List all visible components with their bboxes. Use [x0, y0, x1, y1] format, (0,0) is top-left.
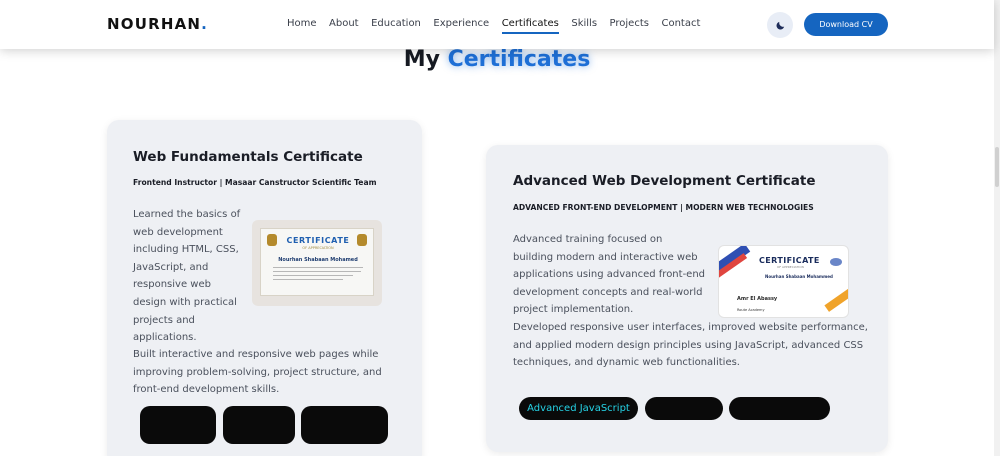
scrollbar-track[interactable]: [994, 0, 1000, 456]
nav-education[interactable]: Education: [371, 18, 421, 29]
certificate-subheading: OF APPRECIATION: [777, 265, 804, 269]
main-nav: Home About Education Experience Certific…: [287, 18, 713, 34]
nav-projects[interactable]: Projects: [610, 18, 649, 29]
certificate-thumbnail[interactable]: CERTIFICATE OF APPRECIATION Nourhan Shab…: [252, 220, 382, 306]
certificate-card-advanced-web: Advanced Web Development Certificate ADV…: [486, 145, 888, 452]
nav-about[interactable]: About: [329, 18, 359, 29]
skill-tag: [223, 406, 295, 444]
skill-tag-advanced-javascript: Advanced JavaScript: [519, 397, 638, 420]
nav-contact[interactable]: Contact: [661, 18, 700, 29]
card-description: Learned the basics of web development in…: [133, 209, 241, 344]
download-cv-button[interactable]: Download CV: [804, 13, 888, 36]
certificate-recipient: Nourhan Shabaan Mohamed: [278, 257, 358, 263]
certificate-heading: CERTIFICATE: [286, 236, 350, 245]
text-line: [273, 271, 361, 272]
card-subtitle: Frontend Instructor | Masaar Canstructor…: [133, 178, 377, 187]
certificate-card-web-fundamentals: Web Fundamentals Certificate Frontend In…: [107, 120, 422, 456]
card-title: Web Fundamentals Certificate: [133, 149, 363, 165]
nav-experience[interactable]: Experience: [433, 18, 489, 29]
skill-tag: [729, 397, 830, 420]
skill-tag: [645, 397, 723, 420]
moon-icon: [776, 21, 784, 29]
certificate-footer: Route Academy: [737, 308, 765, 312]
text-line: [273, 275, 353, 276]
skill-tag: [140, 406, 216, 444]
skill-tag: [301, 406, 388, 444]
brand-logo[interactable]: NOURHAN.: [107, 15, 208, 33]
theme-toggle-button[interactable]: [767, 12, 793, 38]
scrollbar-thumb[interactable]: [995, 147, 999, 187]
certificate-recipient: Nourhan Shabaan Mohammed: [765, 274, 833, 279]
academy-logo-icon: [830, 258, 842, 266]
card-subtitle: ADVANCED FRONT-END DEVELOPMENT | MODERN …: [513, 203, 814, 212]
navbar: NOURHAN. Home About Education Experience…: [0, 0, 994, 49]
section-title: My Certificates: [403, 47, 591, 72]
certificate-signatory: Amr El Abassy: [737, 296, 778, 302]
nav-skills[interactable]: Skills: [571, 18, 597, 29]
card-description-extra: Developed responsive user interfaces, im…: [513, 322, 868, 369]
card-description-extra: Built interactive and responsive web pag…: [133, 349, 382, 396]
text-line: [273, 267, 363, 268]
text-line: [273, 279, 343, 280]
certificate-paper: CERTIFICATE OF APPRECIATION Nourhan Shab…: [260, 228, 374, 296]
certificate-thumbnail[interactable]: CERTIFICATE OF APPRECIATION Nourhan Shab…: [718, 245, 849, 318]
card-title: Advanced Web Development Certificate: [513, 173, 816, 189]
card-description: Advanced training focused on building mo…: [513, 234, 706, 316]
certificate-subheading: OF APPRECIATION: [302, 246, 334, 250]
decor-stripe: [824, 288, 848, 312]
certificate-heading: CERTIFICATE: [759, 256, 820, 265]
nav-home[interactable]: Home: [287, 18, 317, 29]
nav-certificates[interactable]: Certificates: [501, 18, 560, 34]
